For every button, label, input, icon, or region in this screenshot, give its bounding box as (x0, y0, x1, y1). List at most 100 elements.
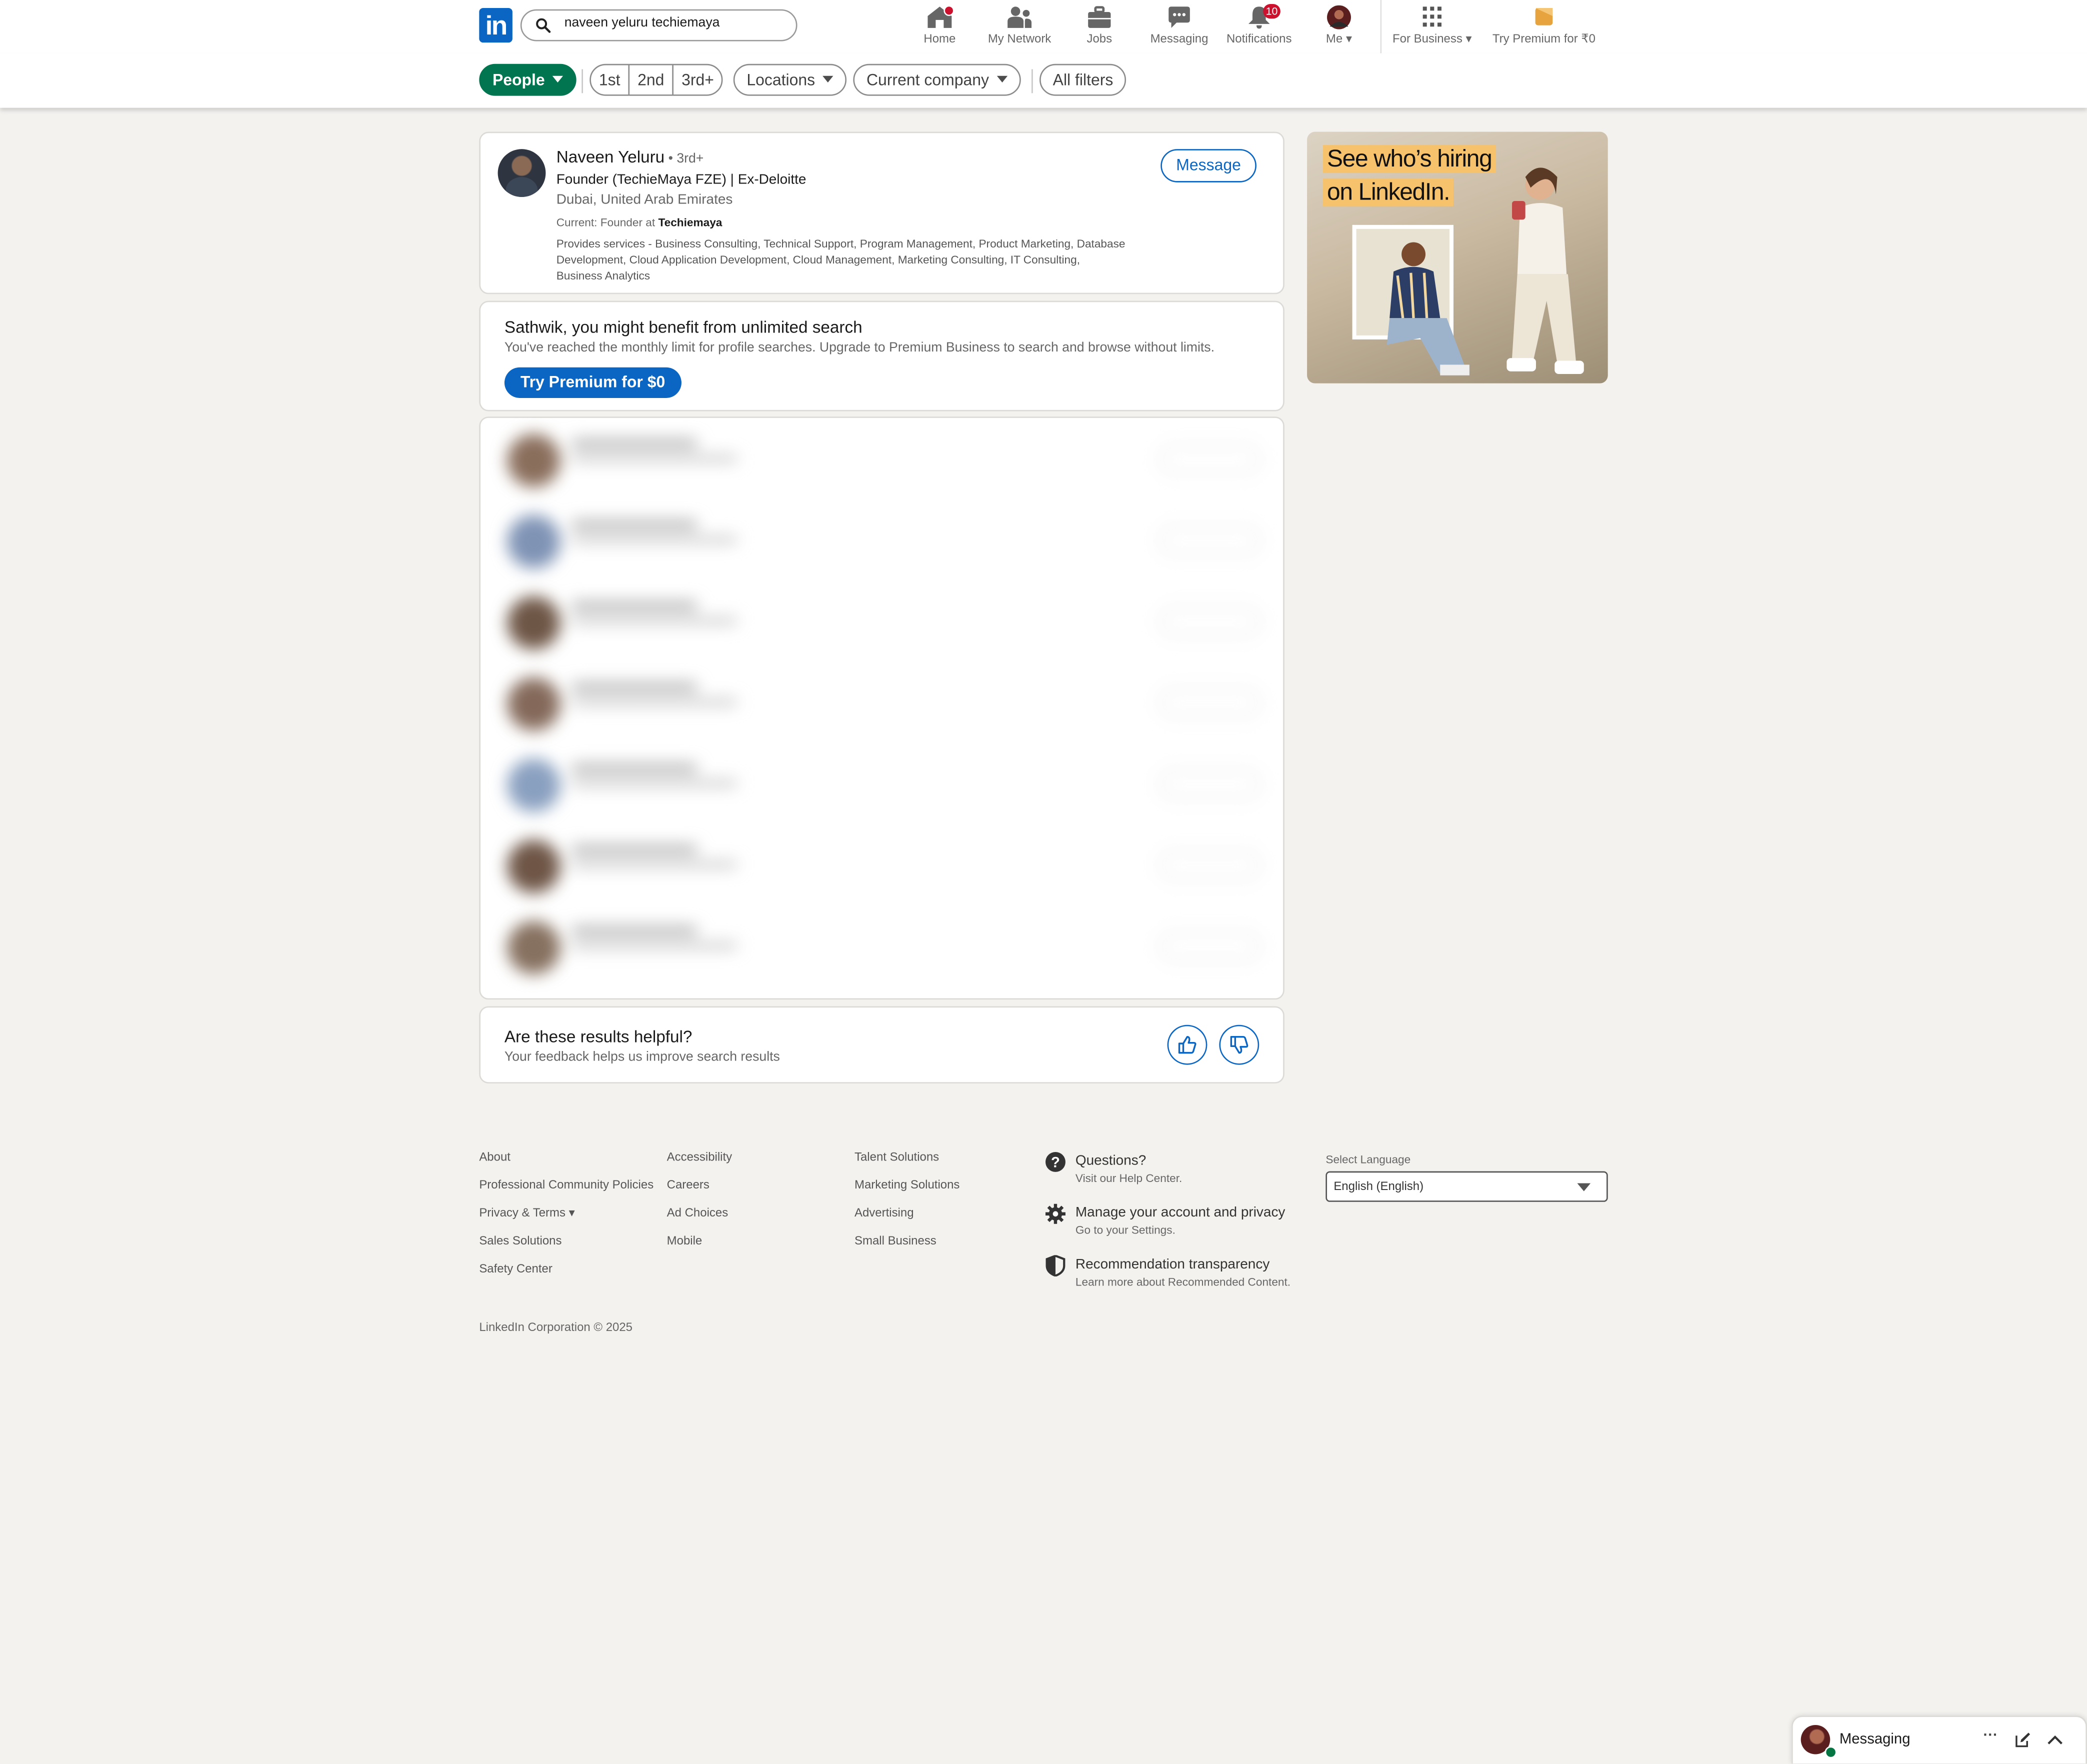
thumbs-up-icon (1178, 1036, 1196, 1054)
footer-link-safety-center[interactable]: Safety Center (479, 1262, 654, 1290)
page-footer: About Professional Community Policies Pr… (479, 1150, 1610, 1350)
blurred-avatar (507, 596, 560, 650)
all-filters-label: All filters (1052, 70, 1114, 90)
people-filter-pill[interactable]: People (479, 64, 577, 96)
blurred-line (570, 520, 698, 528)
result-services: Provides services - Business Consulting,… (556, 236, 1126, 282)
upsell-title: Sathwik, you might benefit from unlimite… (504, 318, 862, 337)
nav-try-premium[interactable]: Try Premium for ₹0 (1490, 6, 1597, 47)
blurred-line (570, 780, 738, 787)
footer-column-1: About Professional Community Policies Pr… (479, 1150, 654, 1290)
compose-icon[interactable] (2015, 1732, 2031, 1748)
chat-bubble-icon (1168, 6, 1190, 28)
locations-filter-label: Locations (746, 70, 816, 90)
locations-filter-pill[interactable]: Locations (733, 64, 848, 96)
chevron-down-icon: ▾ (1346, 32, 1352, 46)
blurred-result-row (480, 826, 1283, 904)
blurred-button (1159, 769, 1260, 799)
blurred-line (570, 618, 738, 624)
blurred-avatar (507, 921, 560, 974)
caret-down-icon (552, 76, 564, 83)
filter-1st[interactable]: 1st (591, 65, 630, 95)
footer-link-accessibility[interactable]: Accessibility (667, 1150, 732, 1178)
more-options-icon[interactable]: ··· (1983, 1728, 1998, 1744)
footer-link-mobile[interactable]: Mobile (667, 1234, 732, 1262)
nav-my-network[interactable]: My Network (980, 6, 1060, 46)
footer-column-2: Accessibility Careers Ad Choices Mobile (667, 1150, 732, 1262)
footer-link-ad-choices[interactable]: Ad Choices (667, 1206, 732, 1234)
feedback-card: Are these results helpful? Your feedback… (479, 1006, 1284, 1084)
nav-home[interactable]: Home (900, 5, 980, 46)
footer-column-3: Talent Solutions Marketing Solutions Adv… (854, 1150, 960, 1262)
blurred-button (1159, 688, 1260, 718)
filter-divider (1032, 69, 1033, 94)
blurred-avatar (507, 434, 560, 488)
briefcase-icon (1088, 6, 1111, 28)
blurred-result-row (480, 664, 1283, 741)
profile-photo[interactable] (498, 149, 546, 197)
blurred-button (1159, 606, 1260, 636)
all-filters-button[interactable]: All filters (1040, 64, 1126, 96)
profile-avatar-icon (1327, 5, 1351, 30)
thumbs-down-icon (1230, 1036, 1248, 1054)
footer-link-privacy-terms[interactable]: Privacy & Terms ▾ (479, 1206, 654, 1234)
nav-my-network-label: My Network (988, 32, 1052, 46)
filter-2nd[interactable]: 2nd (630, 65, 674, 95)
nav-try-premium-label: Try Premium for ₹0 (1492, 32, 1596, 46)
language-label: Select Language (1326, 1152, 1411, 1166)
blurred-result-row (480, 502, 1283, 579)
nav-me[interactable]: Me ▾ (1299, 5, 1379, 47)
caret-down-icon (1577, 1183, 1591, 1192)
footer-link-advertising[interactable]: Advertising (854, 1206, 960, 1234)
ad-person-image (1506, 168, 1584, 374)
online-status-dot (1824, 1746, 1837, 1758)
nav-jobs[interactable]: Jobs (1060, 6, 1140, 46)
connection-degree-filter: 1st 2nd 3rd+ (590, 64, 724, 96)
search-input[interactable] (562, 14, 794, 32)
try-premium-button[interactable]: Try Premium for $0 (504, 367, 682, 398)
footer-link-about[interactable]: About (479, 1150, 654, 1178)
nav-messaging[interactable]: Messaging (1140, 6, 1220, 46)
language-select[interactable]: English (English) (1326, 1171, 1608, 1202)
blurred-line (570, 942, 738, 950)
nav-for-business[interactable]: For Business ▾ (1392, 6, 1472, 47)
result-current-position: Current: Founder at Techiemaya (556, 216, 722, 229)
result-name-link[interactable]: Naveen Yeluru (556, 148, 664, 166)
filter-3rd-plus[interactable]: 3rd+ (674, 65, 722, 94)
footer-link-sales-solutions[interactable]: Sales Solutions (479, 1234, 654, 1262)
feedback-subtitle: Your feedback helps us improve search re… (504, 1050, 780, 1065)
ad-headline-line1: See who’s hiring (1323, 145, 1496, 174)
message-button[interactable]: Message (1160, 149, 1256, 182)
blurred-line (570, 698, 738, 706)
gear-icon (1046, 1204, 1066, 1224)
nav-notifications-label: Notifications (1226, 32, 1292, 46)
thumbs-up-button[interactable] (1167, 1024, 1208, 1065)
premium-badge-icon (1535, 8, 1553, 26)
thumbs-down-button[interactable] (1219, 1024, 1260, 1065)
blurred-button (1159, 932, 1260, 961)
linkedin-logo-icon[interactable]: in (479, 8, 512, 43)
messaging-overlay-bar[interactable]: Messaging ··· (1792, 1716, 2087, 1764)
nav-notifications[interactable]: 10 Notifications (1219, 4, 1299, 46)
footer-link-small-business[interactable]: Small Business (854, 1234, 960, 1262)
footer-link-talent-solutions[interactable]: Talent Solutions (854, 1150, 960, 1178)
footer-link-community-policies[interactable]: Professional Community Policies (479, 1178, 654, 1206)
sidebar-ad[interactable]: See who’s hiring on LinkedIn. (1307, 132, 1608, 384)
notifications-count-badge: 10 (1263, 4, 1280, 19)
footer-link-careers[interactable]: Careers (667, 1178, 732, 1206)
blurred-avatar (507, 758, 560, 812)
ad-person-image (1386, 242, 1470, 376)
search-box[interactable] (520, 9, 798, 42)
blurred-button (1159, 850, 1260, 880)
premium-upsell-card: Sathwik, you might benefit from unlimite… (479, 300, 1284, 412)
chevron-up-icon[interactable] (2047, 1733, 2063, 1746)
footer-link-marketing-solutions[interactable]: Marketing Solutions (854, 1178, 960, 1206)
blurred-avatar (507, 677, 560, 731)
result-name-line: Naveen Yeluru • 3rd+ (556, 148, 704, 166)
language-value: English (English) (1334, 1179, 1424, 1193)
nav-home-label: Home (924, 32, 956, 46)
blurred-line (570, 926, 698, 934)
help-title: Recommendation transparency (1075, 1256, 1270, 1272)
current-company-filter-pill[interactable]: Current company (853, 64, 1021, 96)
blurred-line (570, 861, 738, 868)
